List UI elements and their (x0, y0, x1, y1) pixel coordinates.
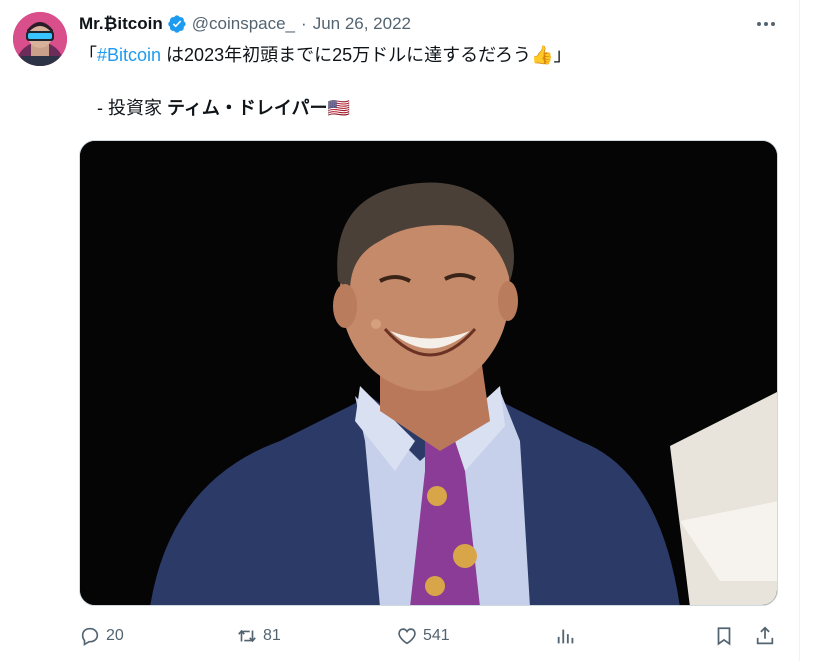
tweet-text: 「#Bitcoin は2023年初頭までに25万ドルに達するだろう👍」 (79, 42, 571, 68)
bookmark-icon (717, 627, 731, 646)
share-icon (756, 626, 774, 645)
share-button[interactable] (754, 622, 776, 650)
action-bar: 20 81 541 (79, 622, 779, 650)
author-handle[interactable]: @coinspace_ (192, 14, 295, 34)
avatar[interactable] (13, 12, 67, 66)
attribution-name: ティム・ドレイパー (167, 98, 328, 118)
close-quote: 」 (553, 45, 572, 65)
tweet-attribution: - 投資家 ティム・ドレイパー🇺🇸 (79, 95, 350, 121)
views-button[interactable] (555, 622, 577, 650)
repost-count: 81 (263, 627, 281, 644)
author-name[interactable]: Mr.₿itcoin (79, 14, 163, 34)
repost-button[interactable]: 81 (236, 622, 281, 650)
like-icon (398, 628, 416, 645)
tweet-header: Mr.₿itcoin @coinspace_ · Jun 26, 2022 (79, 12, 411, 36)
post-date[interactable]: Jun 26, 2022 (313, 14, 411, 34)
separator-dot: · (301, 14, 307, 33)
us-flag-emoji: 🇺🇸 (327, 98, 350, 118)
bookmark-button[interactable] (713, 622, 735, 650)
views-icon (557, 629, 574, 644)
thumbs-up-emoji: 👍 (531, 45, 554, 65)
like-button[interactable]: 541 (396, 622, 450, 650)
reply-count: 20 (106, 627, 124, 644)
reply-button[interactable]: 20 (79, 622, 124, 650)
reply-icon (81, 627, 99, 646)
verified-badge-icon[interactable] (167, 14, 187, 34)
tweet-photo[interactable] (79, 140, 778, 606)
tweet-body: は2023年初頭までに25万ドルに達するだろう (161, 45, 532, 65)
open-quote: 「 (79, 45, 97, 65)
attribution-prefix: - 投資家 (97, 98, 167, 118)
more-icon[interactable] (752, 12, 780, 36)
like-count: 541 (423, 627, 450, 644)
repost-icon (238, 629, 256, 643)
photo-illustration (80, 141, 777, 605)
column-divider (799, 0, 800, 661)
hashtag-link[interactable]: #Bitcoin (97, 45, 161, 65)
